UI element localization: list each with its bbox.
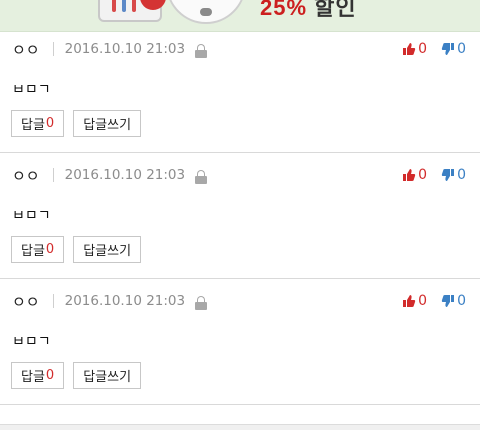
comment-date: 2016.10.10 21:03 (64, 293, 186, 309)
thumbs-up-icon (403, 43, 416, 55)
thumbs-down-icon (441, 169, 455, 181)
comment-item: ㅇㅇ 2016.10.10 21:03 0 0 ㅂㅁㄱ 답글 0 답글쓰기 (0, 153, 480, 279)
banner-robot-image (166, 0, 246, 24)
like-count: 0 (418, 167, 428, 183)
comment-item: ㅇㅇ 2016.10.10 21:03 0 0 ㅂㅁㄱ 답글 0 답글쓰기 (0, 27, 480, 153)
reply-count: 0 (45, 242, 55, 257)
reply-count: 0 (45, 116, 55, 131)
thumbs-down-icon (441, 43, 455, 55)
banner-discount: 25% (260, 0, 308, 20)
dislike-count: 0 (457, 167, 466, 183)
dislike-button[interactable]: 0 (441, 293, 466, 309)
write-reply-label: 답글쓰기 (83, 244, 132, 259)
vote-group: 0 0 (402, 291, 466, 311)
write-reply-button[interactable]: 답글쓰기 (73, 236, 142, 263)
comment-meta: ㅇㅇ 2016.10.10 21:03 (12, 39, 208, 59)
dislike-count: 0 (457, 293, 466, 309)
reply-count-button[interactable]: 답글 0 (11, 236, 65, 263)
lock-icon (195, 296, 208, 310)
reply-label: 답글 (21, 370, 45, 385)
comment-content: ㅂㅁㄱ (12, 334, 51, 350)
thumbs-up-icon (403, 295, 416, 307)
vote-group: 0 0 (402, 39, 466, 59)
banner-product-image (98, 0, 166, 22)
comment-author: ㅇㅇ (12, 41, 40, 59)
like-count: 0 (418, 293, 428, 309)
write-reply-label: 답글쓰기 (83, 118, 132, 133)
reply-count-button[interactable]: 답글 0 (11, 110, 65, 137)
write-reply-button[interactable]: 답글쓰기 (73, 362, 142, 389)
comment-author: ㅇㅇ (12, 167, 40, 185)
divider (52, 168, 54, 182)
like-count: 0 (418, 41, 428, 57)
comment-actions: 답글 0 답글쓰기 (11, 110, 142, 137)
comment-content: ㅂㅁㄱ (12, 208, 51, 224)
comment-meta: ㅇㅇ 2016.10.10 21:03 (12, 165, 208, 185)
comment-content: ㅂㅁㄱ (12, 82, 51, 98)
reply-label: 답글 (21, 118, 45, 133)
dislike-button[interactable]: 0 (441, 41, 466, 57)
banner-headline: 25% 할인 (260, 0, 357, 22)
comment-date: 2016.10.10 21:03 (64, 167, 186, 183)
comment-author: ㅇㅇ (12, 293, 40, 311)
like-button[interactable]: 0 (402, 293, 427, 309)
reply-count-button[interactable]: 답글 0 (11, 362, 65, 389)
bottom-divider (0, 424, 480, 430)
write-reply-label: 답글쓰기 (83, 370, 132, 385)
comment-item: ㅇㅇ 2016.10.10 21:03 0 0 ㅂㅁㄱ 답글 0 답글쓰기 (0, 279, 480, 405)
lock-icon (195, 44, 208, 58)
like-button[interactable]: 0 (402, 41, 427, 57)
reply-count: 0 (45, 368, 55, 383)
dislike-count: 0 (457, 41, 466, 57)
lock-icon (195, 170, 208, 184)
like-button[interactable]: 0 (402, 167, 427, 183)
divider (52, 294, 54, 308)
reply-label: 답글 (21, 244, 45, 259)
comment-date: 2016.10.10 21:03 (64, 41, 186, 57)
comment-meta: ㅇㅇ 2016.10.10 21:03 (12, 291, 208, 311)
banner-discount-suffix: 할인 (314, 0, 357, 20)
thumbs-down-icon (441, 295, 455, 307)
write-reply-button[interactable]: 답글쓰기 (73, 110, 142, 137)
vote-group: 0 0 (402, 165, 466, 185)
comment-actions: 답글 0 답글쓰기 (11, 362, 142, 389)
dislike-button[interactable]: 0 (441, 167, 466, 183)
thumbs-up-icon (403, 169, 416, 181)
comment-actions: 답글 0 답글쓰기 (11, 236, 142, 263)
divider (52, 42, 54, 56)
